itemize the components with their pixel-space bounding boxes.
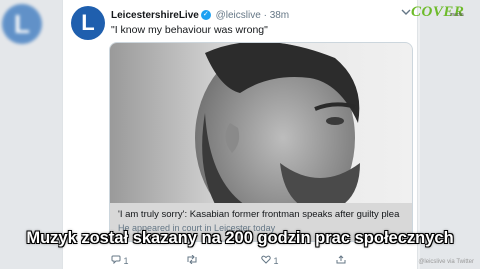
reply-count: 1: [123, 256, 129, 266]
tweet-timestamp[interactable]: 38m: [270, 10, 289, 21]
cover-media-logo-sub: media: [450, 12, 464, 18]
like-count: 1: [273, 256, 279, 266]
account-name[interactable]: LeicestershireLive: [111, 10, 199, 21]
heart-icon: [261, 255, 271, 264]
like-button[interactable]: 1: [261, 255, 279, 266]
share-icon: [336, 255, 346, 264]
source-credit: @leicslive via Twitter: [418, 259, 474, 265]
retweet-icon: [187, 254, 197, 265]
share-button[interactable]: [336, 255, 346, 266]
account-handle[interactable]: @leicslive: [216, 10, 261, 21]
tweet-text: "I know my behaviour was wrong": [111, 24, 268, 36]
retweet-button[interactable]: [186, 254, 198, 266]
reply-button[interactable]: 1: [111, 255, 129, 266]
video-caption: Muzyk został skazany na 200 godzin prac …: [26, 229, 454, 247]
chevron-down-icon[interactable]: [401, 8, 411, 18]
link-preview-card[interactable]: 'I am truly sorry': Kasabian former fron…: [109, 42, 413, 242]
separator-dot: ·: [263, 10, 267, 21]
reply-icon: [111, 255, 121, 265]
tweet-header: LeicestershireLive ✓ @leicslive · 38m: [111, 10, 289, 21]
preview-title[interactable]: 'I am truly sorry': Kasabian former fron…: [118, 209, 406, 220]
background-avatar: L: [2, 4, 42, 44]
tweet-actions: 1 1: [111, 254, 411, 269]
preview-photo: [110, 43, 412, 203]
verified-badge-icon: ✓: [200, 10, 211, 21]
avatar[interactable]: L: [71, 6, 105, 40]
